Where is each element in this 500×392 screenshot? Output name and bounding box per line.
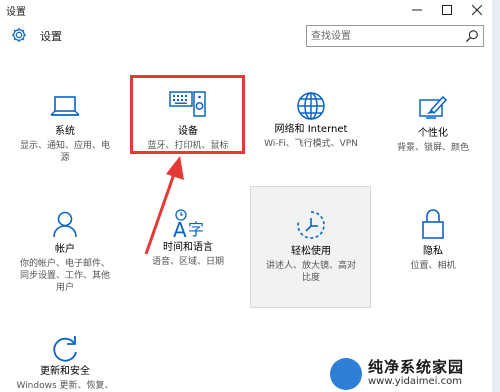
tile-ease-of-access-name: 轻松使用 bbox=[291, 246, 331, 257]
tile-ease-of-access-desc: 讲述人、放大镜、高对 比度 bbox=[265, 261, 356, 283]
tile-privacy-desc: 位置、相机 bbox=[410, 261, 456, 271]
update-icon bbox=[53, 336, 77, 362]
tile-system[interactable]: 系统 显示、通知、应用、电 源 bbox=[5, 94, 125, 164]
tile-network[interactable]: 网络和 Internet Wi-Fi、飞行模式、VPN bbox=[251, 90, 371, 150]
globe-icon bbox=[297, 92, 325, 120]
window-controls bbox=[402, 0, 492, 20]
search-box[interactable] bbox=[306, 25, 484, 47]
tile-privacy-name: 隐私 bbox=[423, 246, 443, 257]
gear-icon bbox=[11, 27, 27, 43]
tile-accounts[interactable]: 帐户 你的帐户、电子邮件、 同步设置、工作、其他 用户 bbox=[5, 210, 125, 294]
svg-text:字: 字 bbox=[188, 220, 204, 239]
tile-personalization-desc: 背景、锁屏、颜色 bbox=[396, 143, 469, 153]
tile-update-security[interactable]: 更新和安全 Windows 更新、恢复、 bbox=[5, 334, 125, 392]
annotation-highlight-box bbox=[130, 75, 245, 154]
tile-network-name: 网络和 Internet bbox=[274, 124, 348, 135]
ease-of-access-icon bbox=[297, 211, 325, 239]
tile-privacy[interactable]: 隐私 位置、相机 bbox=[373, 208, 493, 272]
close-icon bbox=[472, 5, 482, 15]
personalization-icon bbox=[419, 95, 448, 119]
search-input[interactable] bbox=[311, 28, 457, 44]
settings-header: 设置 bbox=[0, 22, 492, 50]
tile-system-name: 系统 bbox=[55, 126, 75, 137]
watermark-url: www.yidaimei.com bbox=[368, 376, 462, 387]
maximize-icon bbox=[442, 5, 452, 15]
settings-window: 设置 设置 查找设置 系统 显示、通知、应用、电 源 设备 蓝牙、打印机、鼠标 … bbox=[0, 0, 493, 392]
window-title: 设置 bbox=[6, 7, 26, 18]
watermark-logo bbox=[330, 358, 362, 390]
watermark-text: 纯净系统家园 bbox=[368, 358, 465, 376]
title-bar: 设置 bbox=[0, 0, 492, 20]
tile-update-security-desc: Windows 更新、恢复、 bbox=[16, 381, 114, 391]
tile-update-security-name: 更新和安全 bbox=[40, 366, 90, 377]
lock-icon bbox=[422, 209, 444, 239]
tile-ease-of-access[interactable]: 轻松使用 讲述人、放大镜、高对 比度 bbox=[251, 210, 371, 284]
watermark: 纯净系统家园 www.yidaimei.com bbox=[330, 356, 500, 392]
tile-accounts-name: 帐户 bbox=[55, 244, 75, 255]
minimize-icon bbox=[412, 9, 422, 11]
page-title: 设置 bbox=[40, 30, 62, 43]
tile-system-desc: 显示、通知、应用、电 源 bbox=[19, 141, 110, 163]
tile-personalization-name: 个性化 bbox=[418, 128, 448, 139]
laptop-icon bbox=[50, 96, 80, 116]
minimize-button[interactable] bbox=[402, 0, 432, 20]
maximize-button[interactable] bbox=[432, 0, 462, 20]
tile-accounts-desc: 你的帐户、电子邮件、 同步设置、工作、其他 用户 bbox=[19, 259, 110, 293]
annotation-arrow-icon bbox=[144, 156, 184, 255]
scrollbar[interactable] bbox=[492, 0, 500, 392]
person-icon bbox=[53, 211, 77, 238]
search-icon[interactable] bbox=[465, 29, 479, 43]
tile-network-desc: Wi-Fi、飞行模式、VPN bbox=[264, 139, 358, 149]
close-button[interactable] bbox=[462, 0, 492, 20]
tile-personalization[interactable]: 个性化 背景、锁屏、颜色 bbox=[373, 94, 493, 154]
